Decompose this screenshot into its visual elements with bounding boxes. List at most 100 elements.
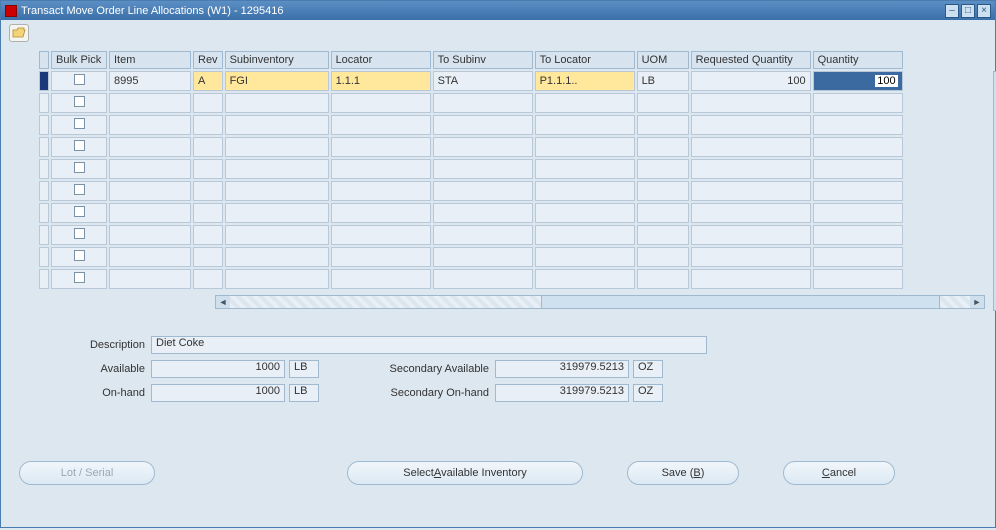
tosubinv-cell[interactable]: [433, 115, 533, 135]
checkbox-icon[interactable]: [74, 118, 85, 129]
reqqty-cell[interactable]: [691, 247, 811, 267]
rev-cell[interactable]: [193, 203, 223, 223]
uom-cell[interactable]: [637, 203, 689, 223]
open-folder-icon[interactable]: [9, 24, 29, 42]
item-cell[interactable]: [109, 93, 191, 113]
save-button[interactable]: Save (B): [627, 461, 739, 485]
tosubinv-cell[interactable]: [433, 181, 533, 201]
reqqty-cell[interactable]: [691, 137, 811, 157]
locator-cell[interactable]: [331, 93, 431, 113]
qty-cell[interactable]: [813, 159, 903, 179]
locator-cell[interactable]: [331, 225, 431, 245]
subinv-cell[interactable]: [225, 269, 329, 289]
reqqty-cell[interactable]: 100: [691, 71, 811, 91]
reqqty-cell[interactable]: [691, 159, 811, 179]
checkbox-icon[interactable]: [74, 162, 85, 173]
column-header-reqqty[interactable]: Requested Quantity: [691, 51, 811, 69]
qty-cell[interactable]: [813, 225, 903, 245]
select-available-inventory-button[interactable]: Select Available Inventory: [347, 461, 583, 485]
column-header-tolocator[interactable]: To Locator: [535, 51, 635, 69]
reqqty-cell[interactable]: [691, 203, 811, 223]
qty-cell[interactable]: [813, 181, 903, 201]
tolocator-cell[interactable]: [535, 159, 635, 179]
item-cell[interactable]: [109, 225, 191, 245]
hscroll-track[interactable]: [230, 296, 970, 308]
uom-cell[interactable]: [637, 247, 689, 267]
tolocator-cell[interactable]: [535, 181, 635, 201]
subinv-cell[interactable]: [225, 181, 329, 201]
table-row[interactable]: [39, 181, 903, 201]
qty-cell[interactable]: 100: [813, 71, 903, 91]
uom-cell[interactable]: [637, 225, 689, 245]
subinv-cell[interactable]: [225, 93, 329, 113]
bulkpick-cell[interactable]: [51, 159, 107, 179]
tolocator-cell[interactable]: [535, 269, 635, 289]
locator-cell[interactable]: [331, 137, 431, 157]
checkbox-icon[interactable]: [74, 140, 85, 151]
rev-cell[interactable]: A: [193, 71, 223, 91]
sec-available-uom-field[interactable]: OZ: [633, 360, 663, 378]
row-selector[interactable]: [39, 247, 49, 267]
close-button[interactable]: ×: [977, 4, 991, 18]
row-selector[interactable]: [39, 71, 49, 91]
column-header-rev[interactable]: Rev: [193, 51, 223, 69]
tosubinv-cell[interactable]: [433, 203, 533, 223]
table-row[interactable]: 8995 A FGI 1.1.1 STA P1.1.1.. LB 100 100: [39, 71, 903, 91]
row-selector[interactable]: [39, 159, 49, 179]
tosubinv-cell[interactable]: [433, 137, 533, 157]
column-header-item[interactable]: Item: [109, 51, 191, 69]
maximize-button[interactable]: □: [961, 4, 975, 18]
checkbox-icon[interactable]: [74, 228, 85, 239]
allocations-grid[interactable]: Bulk Pick Item Rev Subinventory Locator …: [37, 49, 905, 291]
checkbox-icon[interactable]: [74, 206, 85, 217]
reqqty-cell[interactable]: [691, 93, 811, 113]
qty-cell[interactable]: [813, 137, 903, 157]
column-header-uom[interactable]: UOM: [637, 51, 689, 69]
row-selector[interactable]: [39, 269, 49, 289]
scroll-right-icon[interactable]: ►: [970, 296, 984, 308]
tolocator-cell[interactable]: [535, 137, 635, 157]
bulkpick-cell[interactable]: [51, 115, 107, 135]
checkbox-icon[interactable]: [74, 184, 85, 195]
item-cell[interactable]: [109, 247, 191, 267]
locator-cell[interactable]: [331, 247, 431, 267]
tosubinv-cell[interactable]: [433, 269, 533, 289]
tosubinv-cell[interactable]: [433, 247, 533, 267]
uom-cell[interactable]: [637, 159, 689, 179]
row-selector[interactable]: [39, 225, 49, 245]
scroll-left-icon[interactable]: ◄: [216, 296, 230, 308]
onhand-uom-field[interactable]: LB: [289, 384, 319, 402]
table-row[interactable]: [39, 269, 903, 289]
sec-available-field[interactable]: 319979.5213: [495, 360, 629, 378]
column-header-locator[interactable]: Locator: [331, 51, 431, 69]
subinv-cell[interactable]: FGI: [225, 71, 329, 91]
bulkpick-cell[interactable]: [51, 247, 107, 267]
item-cell[interactable]: [109, 181, 191, 201]
item-cell[interactable]: [109, 159, 191, 179]
tosubinv-cell[interactable]: [433, 93, 533, 113]
checkbox-icon[interactable]: [74, 272, 85, 283]
row-selector[interactable]: [39, 115, 49, 135]
rev-cell[interactable]: [193, 247, 223, 267]
table-row[interactable]: [39, 225, 903, 245]
bulkpick-cell[interactable]: [51, 71, 107, 91]
row-selector[interactable]: [39, 181, 49, 201]
bulkpick-cell[interactable]: [51, 225, 107, 245]
rev-cell[interactable]: [193, 269, 223, 289]
subinv-cell[interactable]: [225, 225, 329, 245]
row-selector[interactable]: [39, 203, 49, 223]
qty-cell[interactable]: [813, 93, 903, 113]
column-header-qty[interactable]: Quantity: [813, 51, 903, 69]
uom-cell[interactable]: [637, 115, 689, 135]
locator-cell[interactable]: [331, 115, 431, 135]
row-selector[interactable]: [39, 137, 49, 157]
uom-cell[interactable]: [637, 269, 689, 289]
reqqty-cell[interactable]: [691, 115, 811, 135]
qty-cell[interactable]: [813, 203, 903, 223]
rev-cell[interactable]: [193, 181, 223, 201]
column-header-subinv[interactable]: Subinventory: [225, 51, 329, 69]
rev-cell[interactable]: [193, 159, 223, 179]
table-row[interactable]: [39, 159, 903, 179]
description-field[interactable]: Diet Coke: [151, 336, 707, 354]
onhand-field[interactable]: 1000: [151, 384, 285, 402]
